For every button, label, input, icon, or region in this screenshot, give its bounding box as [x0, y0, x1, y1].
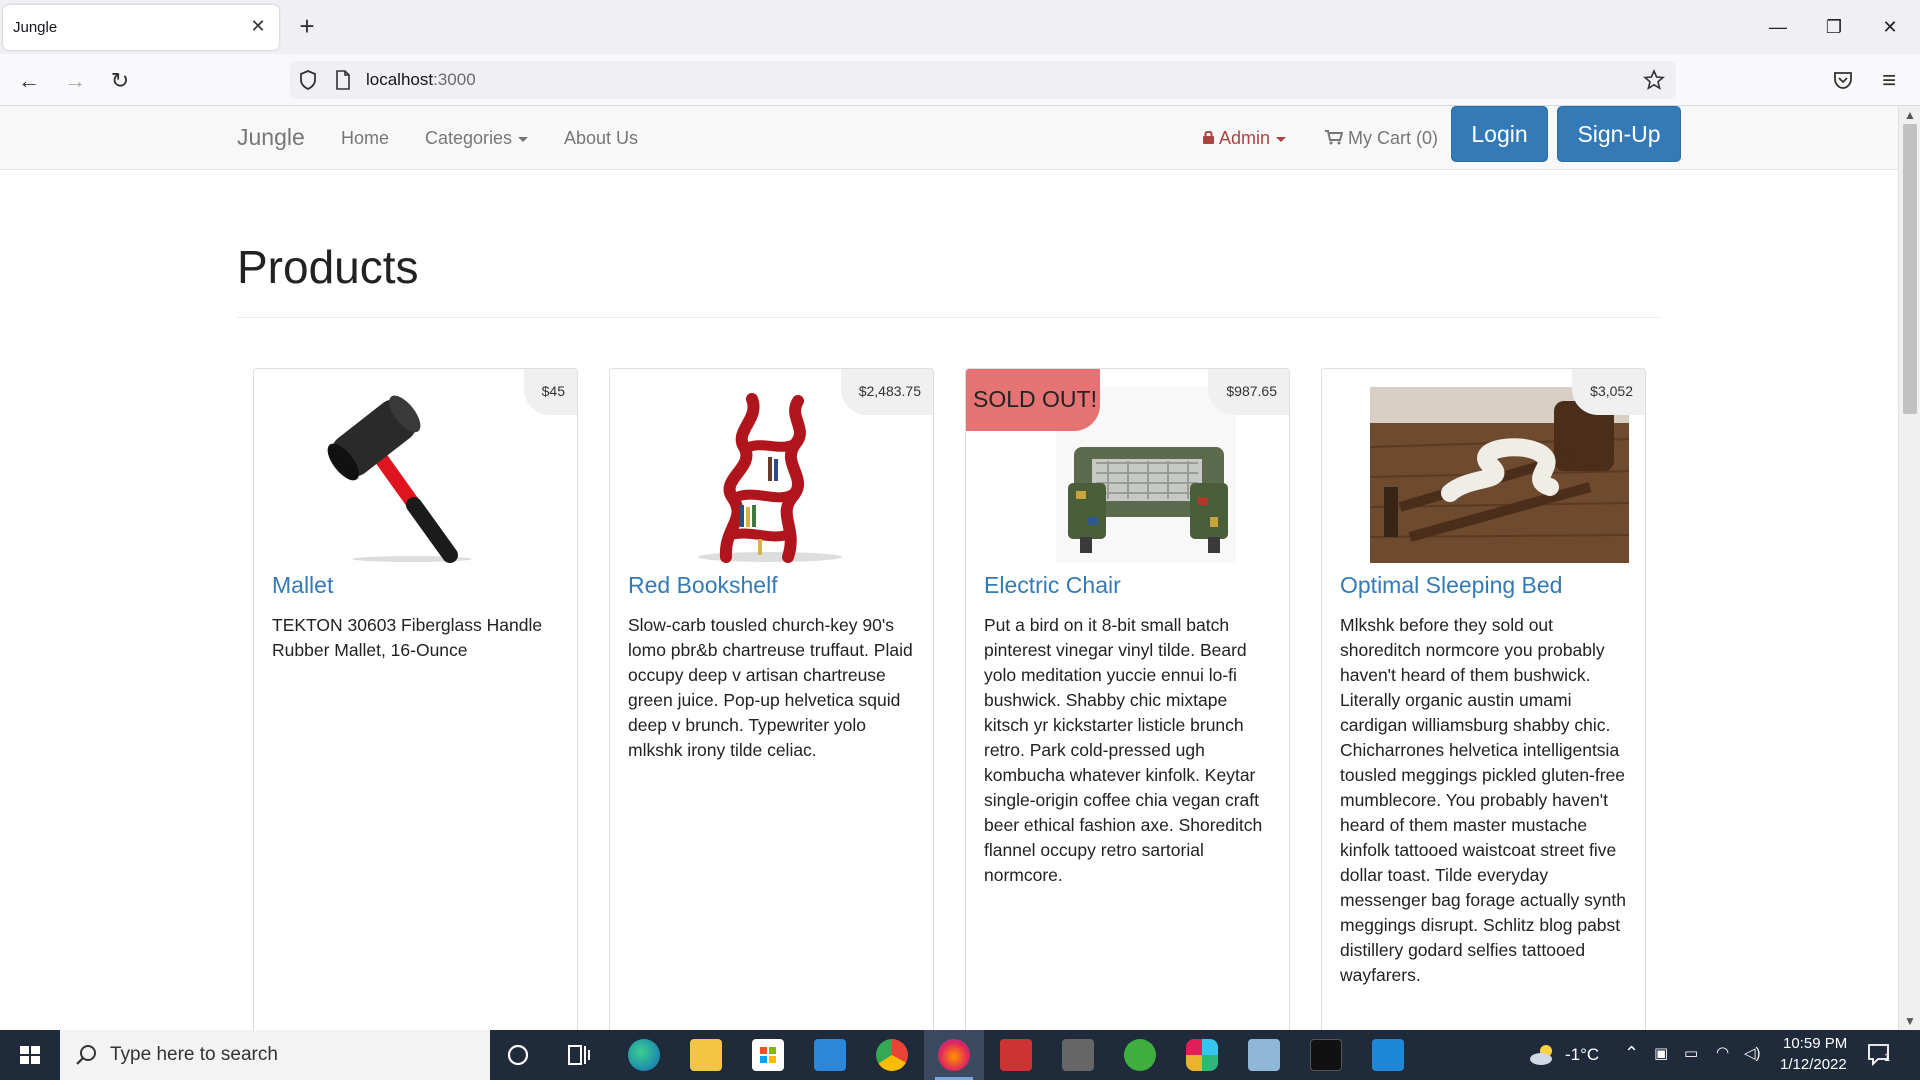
url-text[interactable]: localhost:3000	[366, 70, 476, 90]
browser-tab-bar: Jungle ✕ + — ❐ ✕	[0, 0, 1920, 54]
vscode-icon[interactable]	[1372, 1039, 1404, 1071]
chevron-down-icon	[518, 136, 529, 142]
signup-button[interactable]: Sign-Up	[1557, 106, 1681, 162]
reload-icon[interactable]: ↻	[103, 64, 137, 98]
clock-time[interactable]: 10:59 PM	[1783, 1035, 1847, 1052]
nav-about[interactable]: About Us	[564, 128, 638, 149]
new-tab-button[interactable]: +	[292, 12, 322, 42]
page-scrollbar[interactable]: ▲ ▼	[1898, 106, 1920, 1030]
search-placeholder: Type here to search	[110, 1044, 278, 1065]
shield-icon[interactable]	[298, 69, 318, 96]
site-navbar: Jungle Home Categories About Us Admin My…	[0, 106, 1898, 170]
bookmark-star-icon[interactable]	[1642, 68, 1666, 97]
search-icon	[74, 1043, 98, 1072]
nav-admin[interactable]: Admin	[1202, 128, 1287, 149]
price-badge: $3,052	[1572, 369, 1645, 415]
lock-icon	[1203, 131, 1214, 144]
restore-icon[interactable]: ❐	[1814, 10, 1854, 44]
product-card: $45 Mallet TEKTON 30603 Fiberglass Handl…	[253, 368, 578, 1040]
chevron-down-icon	[1276, 136, 1287, 142]
chevron-up-icon[interactable]: ⌃	[1624, 1043, 1639, 1064]
cortana-icon[interactable]	[505, 1042, 531, 1073]
task-view-icon[interactable]	[566, 1042, 592, 1073]
product-card: SOLD OUT! $987.65 Electric Chair Put a b…	[965, 368, 1290, 1040]
product-card: $3,052 Optimal Sleeping Bed Mlkshk befor…	[1321, 368, 1646, 1040]
product-name-link[interactable]: Optimal Sleeping Bed	[1340, 572, 1562, 599]
close-tab-icon[interactable]: ✕	[247, 15, 269, 37]
scroll-up-icon[interactable]: ▲	[1899, 106, 1920, 124]
mallet-image[interactable]	[272, 387, 561, 563]
utorrent-icon[interactable]	[1124, 1039, 1156, 1071]
file-explorer-icon[interactable]	[690, 1039, 722, 1071]
login-button[interactable]: Login	[1451, 106, 1548, 162]
edge-icon[interactable]	[628, 1039, 660, 1071]
back-icon[interactable]: ←	[12, 64, 46, 98]
browser-toolbar: ← → ↻ localhost:3000 ≡	[0, 54, 1920, 106]
clock-date[interactable]: 1/12/2022	[1780, 1056, 1847, 1073]
price-badge: $2,483.75	[840, 369, 933, 415]
cart-icon	[1325, 130, 1344, 145]
tab-title: Jungle	[13, 19, 58, 36]
price-badge: $987.65	[1208, 369, 1289, 415]
chrome-icon[interactable]	[876, 1039, 908, 1071]
volume-icon[interactable]: ◁)	[1744, 1044, 1761, 1062]
notification-count: 1	[1884, 1052, 1891, 1064]
taskbar-search-box[interactable]: Type here to search	[60, 1030, 490, 1080]
sold-out-badge: SOLD OUT!	[966, 369, 1100, 431]
windows-start-icon[interactable]	[0, 1030, 60, 1080]
mail-icon[interactable]	[814, 1039, 846, 1071]
window-close-icon[interactable]: ✕	[1870, 10, 1910, 44]
product-description: TEKTON 30603 Fiberglass Handle Rubber Ma…	[272, 615, 543, 660]
weather-temperature[interactable]: -1°C	[1565, 1045, 1599, 1065]
address-bar[interactable]: localhost:3000	[290, 61, 1676, 99]
nav-cart[interactable]: My Cart (0)	[1324, 128, 1438, 149]
scrollbar-thumb[interactable]	[1903, 124, 1917, 414]
price-badge: $45	[523, 369, 577, 415]
wifi-icon[interactable]: ◠	[1716, 1043, 1729, 1061]
firefox-icon[interactable]	[938, 1039, 970, 1071]
battery-icon[interactable]: ▭	[1684, 1044, 1698, 1062]
slack-icon[interactable]	[1186, 1039, 1218, 1071]
product-name-link[interactable]: Mallet	[272, 572, 333, 599]
notes-app-icon[interactable]	[1248, 1039, 1280, 1071]
product-description: Slow-carb tousled church-key 90's lomo p…	[628, 615, 913, 760]
product-name-link[interactable]: Red Bookshelf	[628, 572, 778, 599]
weather-cloud-icon[interactable]	[1528, 1042, 1558, 1073]
minimize-icon[interactable]: —	[1758, 10, 1798, 44]
brand-link[interactable]: Jungle	[237, 124, 305, 151]
product-description: Put a bird on it 8-bit small batch pinte…	[984, 615, 1263, 885]
forward-icon[interactable]: →	[58, 64, 92, 98]
notification-icon[interactable]	[1866, 1042, 1896, 1075]
terminal-icon[interactable]	[1310, 1039, 1342, 1071]
truck-simulator-icon[interactable]	[1062, 1039, 1094, 1071]
truck-app-icon[interactable]	[1000, 1039, 1032, 1071]
product-card: $2,483.75 Red Bookshelf Slow-carb tousle…	[609, 368, 934, 1040]
pocket-icon[interactable]	[1832, 69, 1854, 96]
nav-home[interactable]: Home	[341, 128, 389, 149]
app-menu-icon[interactable]: ≡	[1872, 64, 1906, 98]
title-divider	[237, 317, 1662, 318]
sleeping-bed-image[interactable]	[1340, 387, 1633, 563]
microsoft-store-icon[interactable]	[752, 1039, 784, 1071]
page-icon	[334, 69, 352, 96]
product-name-link[interactable]: Electric Chair	[984, 572, 1121, 599]
device-icon[interactable]: ▣	[1654, 1044, 1668, 1062]
nav-categories[interactable]: Categories	[425, 128, 529, 149]
page-title: Products	[237, 241, 419, 293]
taskbar: Type here to search -1°C ⌃ ▣ ▭ ◠ ◁) 10:5…	[0, 1030, 1920, 1080]
product-description: Mlkshk before they sold out shoreditch n…	[1340, 615, 1626, 985]
scroll-down-icon[interactable]: ▼	[1899, 1012, 1920, 1030]
browser-tab[interactable]: Jungle ✕	[3, 5, 279, 50]
